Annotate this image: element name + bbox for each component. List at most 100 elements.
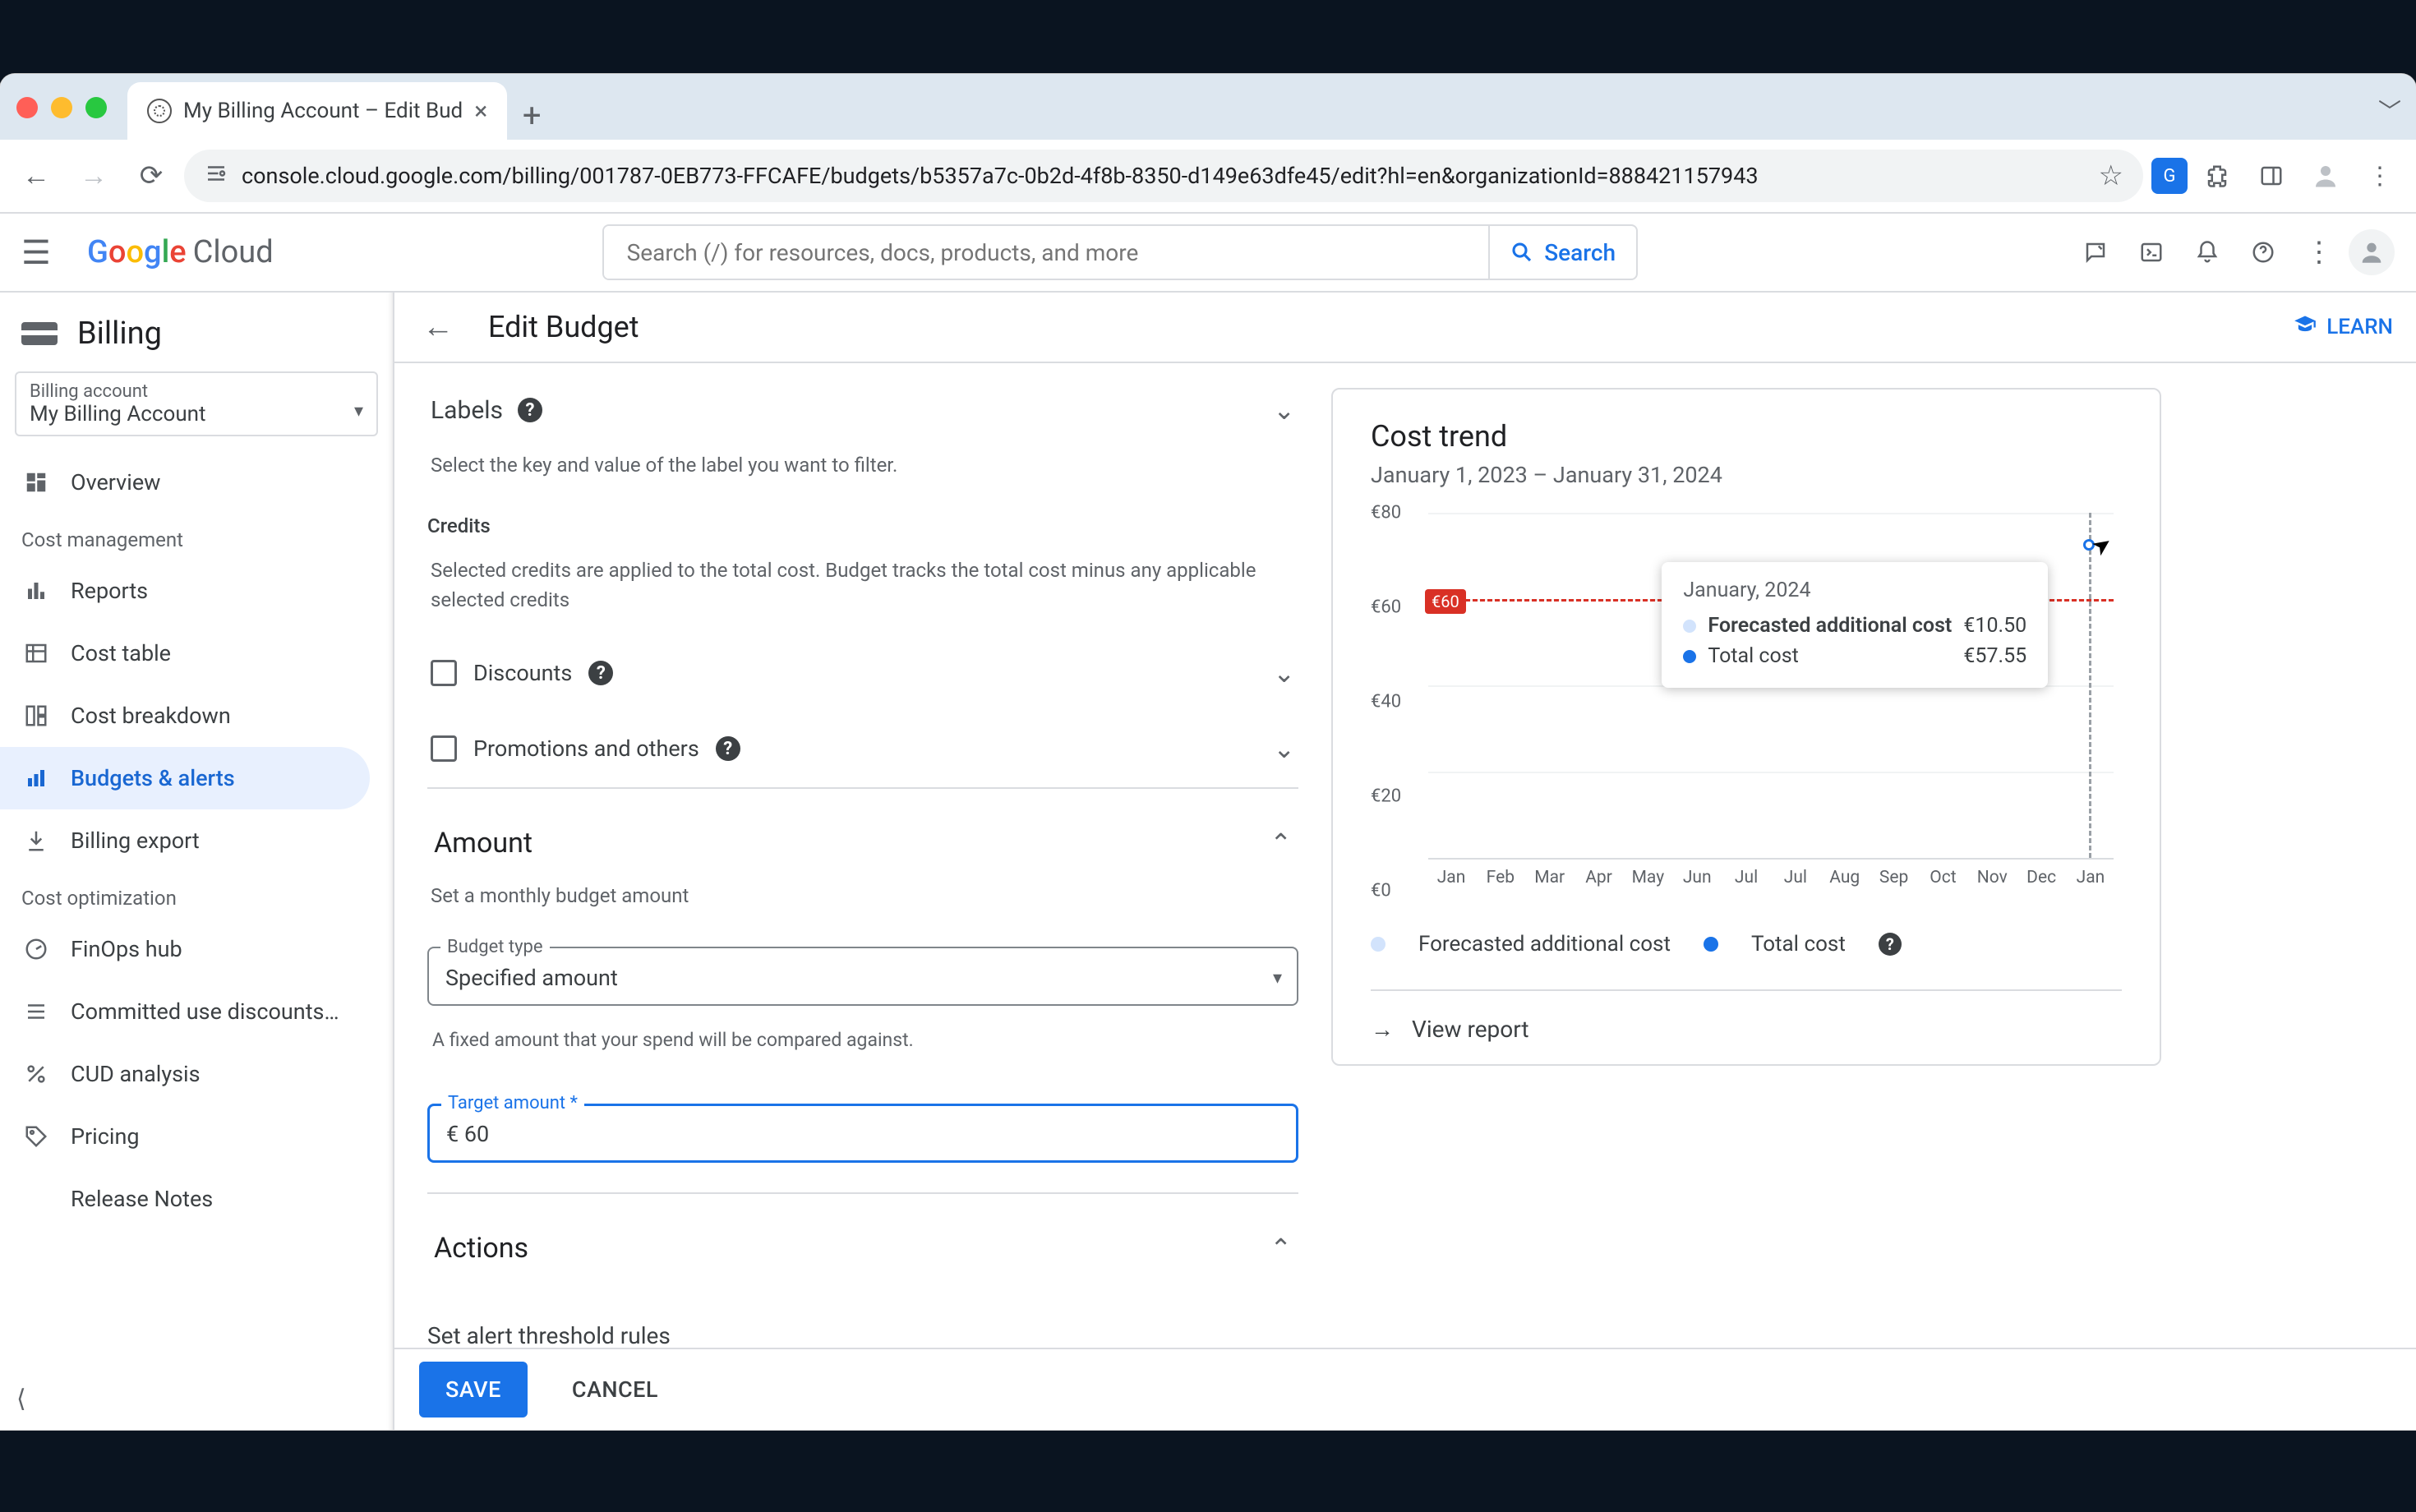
cost-trend-chart[interactable]: €80 €60 €40 €20 €0 xyxy=(1371,513,2122,891)
sidebar-item-pricing[interactable]: Pricing xyxy=(0,1105,370,1168)
sidebar-item-committed-use[interactable]: Committed use discounts… xyxy=(0,980,370,1043)
sidebar-item-label: Pricing xyxy=(71,1123,140,1150)
legend-dot-total-icon xyxy=(1683,650,1696,663)
x-tick: Jul xyxy=(1735,868,1758,887)
chat-icon[interactable] xyxy=(2069,226,2122,279)
search-button[interactable]: Search xyxy=(1488,226,1636,279)
cost-trend-range: January 1, 2023 – January 31, 2024 xyxy=(1371,462,2122,488)
x-tick: Jan xyxy=(1437,868,1466,887)
google-cloud-logo[interactable]: Google Cloud xyxy=(87,234,274,270)
chevron-up-icon: ⌃ xyxy=(1270,1233,1292,1264)
budget-threshold-tag: €60 xyxy=(1425,589,1466,614)
header-utilities: ⋮ xyxy=(2069,226,2395,279)
amount-title: Amount xyxy=(434,827,533,860)
billing-account-select-label: Billing account xyxy=(30,381,363,402)
more-menu-icon[interactable]: ⋮ xyxy=(2293,226,2345,279)
cost-trend-card: Cost trend January 1, 2023 – January 31,… xyxy=(1331,388,2161,1066)
actions-section-header[interactable]: Actions ⌃ xyxy=(427,1209,1298,1268)
bookmark-star-icon[interactable]: ☆ xyxy=(2099,159,2123,192)
breakdown-icon xyxy=(21,701,51,731)
browser-menu-icon[interactable]: ⋮ xyxy=(2355,151,2404,201)
sidebar-product-title[interactable]: Billing xyxy=(0,293,393,371)
new-tab-button[interactable]: + xyxy=(507,90,556,140)
window-minimize-icon[interactable] xyxy=(51,97,72,118)
help-tooltip-icon[interactable]: ? xyxy=(1879,933,1902,956)
chart-bars-icon xyxy=(21,576,51,606)
sidebar-category-cost-management: Cost management xyxy=(0,514,393,560)
nav-back-icon[interactable]: ← xyxy=(12,151,61,201)
x-tick: Jul xyxy=(1784,868,1807,887)
nav-forward-icon[interactable]: → xyxy=(69,151,118,201)
actions-title: Actions xyxy=(434,1232,528,1265)
view-report-link[interactable]: → View report xyxy=(1371,989,2122,1043)
tabs-dropdown-icon[interactable]: ﹀ xyxy=(2378,94,2401,127)
sidebar-item-budgets-alerts[interactable]: Budgets & alerts xyxy=(0,747,370,809)
budget-type-helper: A fixed amount that your spend will be c… xyxy=(427,1021,1298,1051)
cancel-button[interactable]: CANCEL xyxy=(552,1362,678,1418)
checkbox-icon[interactable] xyxy=(431,735,457,762)
window-zoom-icon[interactable] xyxy=(85,97,107,118)
cloud-header: ☰ Google Cloud Search ⋮ xyxy=(0,214,2416,293)
budget-icon xyxy=(21,763,51,793)
checkbox-icon[interactable] xyxy=(431,660,457,686)
legend-dot-forecast-icon xyxy=(1371,937,1386,952)
learn-button[interactable]: LEARN xyxy=(2294,313,2393,342)
nav-menu-icon[interactable]: ☰ xyxy=(21,233,54,272)
labels-section-header[interactable]: Labels ? ⌄ xyxy=(427,388,1298,432)
page-title: Edit Budget xyxy=(488,310,639,344)
sidebar-item-label: CUD analysis xyxy=(71,1061,201,1087)
budget-type-value: Specified amount xyxy=(445,965,618,991)
site-settings-icon[interactable] xyxy=(204,161,228,191)
credit-discounts-row[interactable]: Discounts ? ⌄ xyxy=(427,643,1298,703)
target-amount-field[interactable]: Target amount * xyxy=(427,1104,1298,1163)
sidebar-item-release-notes[interactable]: Release Notes xyxy=(0,1168,370,1230)
address-bar[interactable]: console.cloud.google.com/billing/001787-… xyxy=(184,150,2143,202)
amount-section-header[interactable]: Amount ⌃ xyxy=(427,804,1298,863)
help-tooltip-icon[interactable]: ? xyxy=(518,398,542,422)
sidebar-item-cost-breakdown[interactable]: Cost breakdown xyxy=(0,685,370,747)
translate-icon[interactable]: G xyxy=(2151,158,2188,194)
save-button[interactable]: SAVE xyxy=(419,1362,528,1418)
profile-avatar-icon[interactable] xyxy=(2301,151,2350,201)
notifications-icon[interactable] xyxy=(2181,226,2234,279)
chart-legend: Forecasted additional cost Total cost ? xyxy=(1371,932,2122,957)
export-icon xyxy=(21,826,51,855)
billing-sidebar: Billing Billing account My Billing Accou… xyxy=(0,293,394,1430)
side-panel-icon[interactable] xyxy=(2247,151,2296,201)
billing-account-select[interactable]: Billing account My Billing Account ▾ xyxy=(15,371,378,436)
browser-tab[interactable]: My Billing Account – Edit Bud × xyxy=(127,82,507,140)
billing-icon xyxy=(21,322,58,345)
sidebar-item-cost-table[interactable]: Cost table xyxy=(0,622,370,685)
chevron-down-icon: ▾ xyxy=(1273,968,1282,989)
help-icon[interactable] xyxy=(2237,226,2289,279)
window-controls xyxy=(16,97,107,118)
nav-reload-icon[interactable]: ⟳ xyxy=(127,151,176,201)
sidebar-item-overview[interactable]: Overview xyxy=(0,451,370,514)
back-arrow-icon[interactable]: ← xyxy=(417,309,459,345)
extensions-icon[interactable] xyxy=(2192,151,2242,201)
tab-close-icon[interactable]: × xyxy=(474,97,487,126)
search-input[interactable] xyxy=(604,226,1488,279)
search-button-label: Search xyxy=(1544,239,1616,266)
sidebar-item-label: Overview xyxy=(71,469,160,496)
sidebar-item-finops-hub[interactable]: FinOps hub xyxy=(0,918,370,980)
window-close-icon[interactable] xyxy=(16,97,38,118)
target-amount-input[interactable] xyxy=(446,1121,1279,1147)
credit-promotions-row[interactable]: Promotions and others ? ⌄ xyxy=(427,718,1298,779)
form-footer: SAVE CANCEL xyxy=(394,1348,2416,1430)
sidebar-collapse-icon[interactable]: ⟨ xyxy=(16,1385,26,1413)
account-avatar[interactable] xyxy=(2349,229,2395,275)
credit-discounts-label: Discounts xyxy=(473,660,572,686)
tooltip-total-label: Total cost xyxy=(1708,644,1798,668)
sidebar-item-label: Budgets & alerts xyxy=(71,765,235,791)
cloud-shell-icon[interactable] xyxy=(2125,226,2178,279)
sidebar-item-billing-export[interactable]: Billing export xyxy=(0,809,370,872)
sidebar-item-reports[interactable]: Reports xyxy=(0,560,370,622)
doc-icon xyxy=(21,1184,51,1214)
help-tooltip-icon[interactable]: ? xyxy=(588,661,613,685)
help-tooltip-icon[interactable]: ? xyxy=(716,736,740,761)
legend-dot-total-icon xyxy=(1704,937,1718,952)
budget-type-select[interactable]: Budget type Specified amount ▾ xyxy=(427,947,1298,1006)
global-search: Search xyxy=(602,224,1638,280)
sidebar-item-cud-analysis[interactable]: CUD analysis xyxy=(0,1043,370,1105)
